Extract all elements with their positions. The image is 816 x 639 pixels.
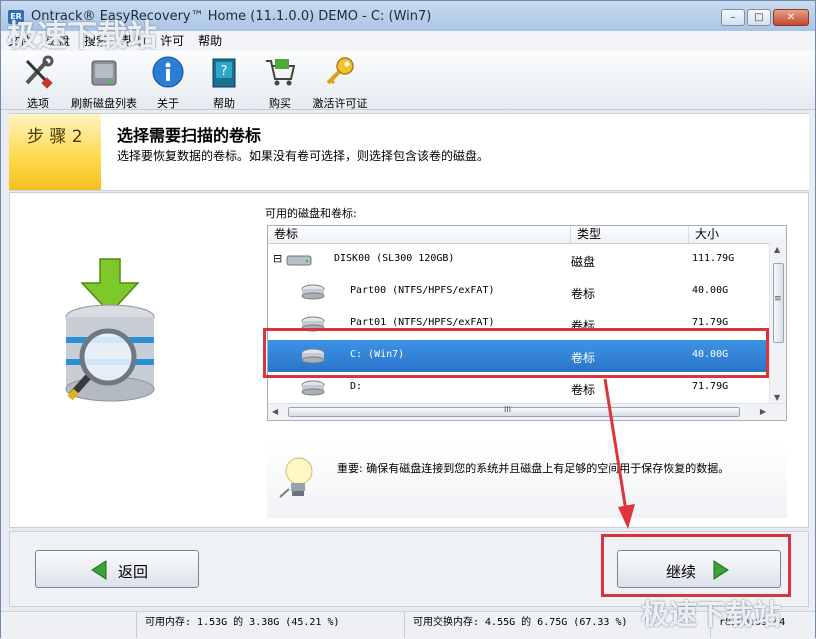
table-row[interactable]: ⊟ DISK00 (SL300 120GB) 磁盘 111.79G	[268, 244, 770, 276]
row-name: D:	[350, 381, 363, 392]
database-search-icon	[65, 258, 155, 402]
toolbar: 选项 刷新磁盘列表 关于 ? 帮助 购买 激活许可证	[1, 51, 815, 110]
scroll-left-icon[interactable]: ◀	[272, 407, 278, 416]
step-header: 步 骤 2 选择需要扫描的卷标 选择要恢复数据的卷标。如果没有卷可选择，则选择包…	[9, 113, 809, 191]
toolbar-help-button[interactable]: ? 帮助	[207, 55, 241, 111]
list-header: 卷标 类型 大小	[268, 226, 786, 244]
key-icon	[326, 57, 354, 85]
toolbar-buy-label: 购买	[269, 97, 291, 110]
row-size: 111.79G	[692, 253, 735, 264]
row-name: Part01 (NTFS/HPFS/exFAT)	[350, 317, 495, 328]
row-size: 40.00G	[692, 285, 729, 296]
scroll-right-icon[interactable]: ▶	[760, 407, 766, 416]
step-badge: 步 骤 2	[9, 114, 101, 190]
arrow-left-icon	[91, 560, 107, 580]
hard-drive-icon	[91, 60, 117, 86]
status-blank	[1, 612, 137, 638]
close-button[interactable]: ✕	[773, 9, 809, 26]
watermark-bottom: 极速下载站	[641, 598, 782, 631]
vertical-scrollbar[interactable]: ▲ ≡ ▼	[769, 243, 786, 404]
list-rows: ⊟ DISK00 (SL300 120GB) 磁盘 111.79G Part00…	[268, 244, 770, 404]
scroll-up-icon[interactable]: ▲	[774, 245, 780, 254]
wrench-screwdriver-icon	[25, 55, 54, 89]
column-header-volume[interactable]: 卷标	[268, 226, 571, 243]
info-icon	[152, 56, 184, 88]
hint-text: 重要: 确保有磁盘连接到您的系统并且磁盘上有足够的空间用于保存恢复的数据。	[337, 462, 730, 475]
horizontal-scrollbar[interactable]: ◀ III ▶	[268, 403, 786, 420]
back-button-label: 返回	[118, 563, 149, 581]
lightbulb-icon	[279, 457, 313, 498]
column-header-size[interactable]: 大小	[689, 226, 786, 243]
step-description: 选择要恢复数据的卷标。如果没有卷可选择，则选择包含该卷的磁盘。	[117, 149, 490, 163]
step-title: 选择需要扫描的卷标	[117, 126, 262, 145]
hscroll-grip: III	[504, 405, 512, 414]
help-book-icon: ?	[212, 58, 236, 88]
step-number: 步 骤 2	[27, 127, 83, 147]
selected-row-highlight	[263, 328, 769, 378]
hint-box: 重要: 确保有磁盘连接到您的系统并且磁盘上有足够的空间用于保存恢复的数据。	[267, 443, 787, 518]
row-type: 磁盘	[571, 255, 596, 269]
toolbar-options-label: 选项	[27, 97, 49, 110]
svg-text:?: ?	[221, 64, 228, 79]
row-size: 71.79G	[692, 317, 729, 328]
toolbar-help-label: 帮助	[213, 97, 235, 110]
row-type: 卷标	[571, 383, 596, 397]
toolbar-buy-button[interactable]: 购买	[263, 55, 297, 111]
vertical-scroll-thumb[interactable]: ≡	[773, 263, 784, 343]
toolbar-options-button[interactable]: 选项	[21, 55, 55, 111]
menu-license[interactable]: 许可	[153, 31, 191, 51]
volume-list[interactable]: 卷标 类型 大小 ⊟ DISK00 (SL300 120GB) 磁盘 111.7…	[267, 225, 787, 421]
volume-icon	[301, 380, 325, 396]
back-button[interactable]: 返回	[35, 550, 199, 588]
toolbar-about-button[interactable]: 关于	[151, 55, 185, 111]
toolbar-refresh-button[interactable]: 刷新磁盘列表	[69, 55, 139, 111]
status-memory: 可用内存: 1.53G 的 3.38G (45.21 %)	[137, 612, 405, 638]
volume-icon	[301, 284, 325, 300]
horizontal-scroll-thumb[interactable]: III	[288, 405, 740, 417]
shopping-cart-icon	[266, 59, 296, 86]
maximize-button[interactable]: □	[747, 9, 771, 26]
toolbar-activate-button[interactable]: 激活许可证	[311, 55, 369, 111]
app-window: ER Ontrack® EasyRecovery™ Home (11.1.0.0…	[0, 0, 816, 639]
row-type: 卷标	[571, 287, 596, 301]
scroll-down-icon[interactable]: ▼	[774, 393, 780, 402]
column-header-type[interactable]: 类型	[571, 226, 689, 243]
toolbar-refresh-label: 刷新磁盘列表	[71, 97, 137, 110]
row-size: 71.79G	[692, 381, 729, 392]
row-name: DISK00 (SL300 120GB)	[334, 253, 455, 264]
disk-icon	[286, 255, 312, 266]
table-row[interactable]: Part00 (NTFS/HPFS/exFAT) 卷标 40.00G	[268, 276, 770, 308]
toolbar-about-label: 关于	[157, 97, 179, 110]
vscroll-grip: ≡	[774, 294, 782, 304]
available-volumes-label: 可用的磁盘和卷标:	[265, 207, 357, 220]
row-name: Part00 (NTFS/HPFS/exFAT)	[350, 285, 495, 296]
collapse-icon[interactable]: ⊟	[273, 252, 282, 265]
watermark-top: 极速下载站	[7, 19, 157, 54]
minimize-button[interactable]: –	[721, 9, 745, 26]
toolbar-activate-label: 激活许可证	[312, 97, 368, 110]
menu-help-2[interactable]: 帮助	[191, 31, 229, 51]
continue-button-highlight	[601, 534, 791, 597]
